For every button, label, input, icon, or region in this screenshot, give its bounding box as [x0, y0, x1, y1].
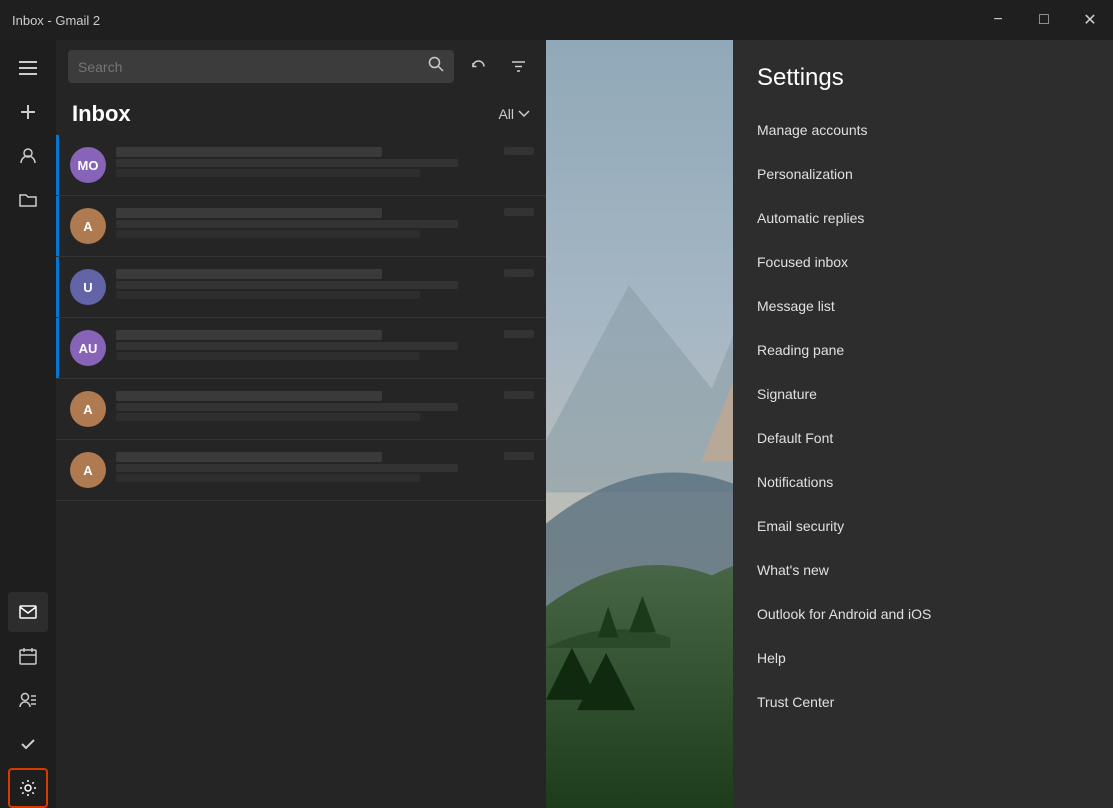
hamburger-menu-icon[interactable] [8, 48, 48, 88]
email-sender [116, 330, 382, 340]
email-sender [116, 208, 382, 218]
calendar-icon[interactable] [8, 636, 48, 676]
search-bar [56, 40, 546, 93]
settings-title: Settings [733, 40, 1113, 108]
email-time [504, 269, 534, 277]
email-subject [116, 281, 458, 289]
email-meta [504, 269, 534, 277]
filter-label: All [498, 106, 514, 122]
search-input-wrapper[interactable] [68, 50, 454, 83]
email-subject [116, 220, 458, 228]
title-bar-controls: − □ ✕ [975, 0, 1113, 40]
email-list-item[interactable]: A [56, 196, 546, 257]
email-sender [116, 452, 382, 462]
inbox-filter[interactable]: All [498, 106, 530, 122]
compose-icon[interactable] [8, 92, 48, 132]
email-content [116, 269, 496, 299]
contacts-icon[interactable] [8, 680, 48, 720]
email-meta [504, 147, 534, 155]
nav-sidebar [0, 40, 56, 808]
settings-item-personalization[interactable]: Personalization [733, 152, 1113, 196]
settings-item-default-font[interactable]: Default Font [733, 416, 1113, 460]
email-time [504, 391, 534, 399]
email-meta [504, 452, 534, 460]
title-bar-left: Inbox - Gmail 2 [0, 13, 100, 28]
email-subject [116, 159, 458, 167]
settings-item-email-security[interactable]: Email security [733, 504, 1113, 548]
settings-item-message-list[interactable]: Message list [733, 284, 1113, 328]
settings-item-signature[interactable]: Signature [733, 372, 1113, 416]
settings-item-notifications[interactable]: Notifications [733, 460, 1113, 504]
email-preview [116, 230, 420, 238]
filter-button[interactable] [502, 51, 534, 83]
settings-item-whats-new[interactable]: What's new [733, 548, 1113, 592]
email-content [116, 147, 496, 177]
folder-icon[interactable] [8, 180, 48, 220]
settings-icon[interactable] [8, 768, 48, 808]
settings-item-trust-center[interactable]: Trust Center [733, 680, 1113, 724]
avatar: A [70, 208, 106, 244]
email-list: MO A U [56, 135, 546, 808]
email-preview [116, 169, 420, 177]
close-button[interactable]: ✕ [1067, 0, 1113, 40]
settings-panel: Settings Manage accountsPersonalizationA… [733, 40, 1113, 808]
email-time [504, 330, 534, 338]
email-content [116, 391, 496, 421]
inbox-header: Inbox All [56, 93, 546, 135]
email-meta [504, 330, 534, 338]
email-time [504, 452, 534, 460]
email-subject [116, 403, 458, 411]
settings-item-focused-inbox[interactable]: Focused inbox [733, 240, 1113, 284]
maximize-button[interactable]: □ [1021, 0, 1067, 40]
people-icon[interactable] [8, 136, 48, 176]
avatar: MO [70, 147, 106, 183]
avatar: AU [70, 330, 106, 366]
settings-item-outlook-mobile[interactable]: Outlook for Android and iOS [733, 592, 1113, 636]
email-subject [116, 464, 458, 472]
email-list-item[interactable]: AU [56, 318, 546, 379]
email-sender [116, 269, 382, 279]
minimize-button[interactable]: − [975, 0, 1021, 40]
email-panel: Inbox All MO A [56, 40, 546, 808]
email-meta [504, 208, 534, 216]
email-meta [504, 391, 534, 399]
email-list-item[interactable]: A [56, 379, 546, 440]
settings-items-list: Manage accountsPersonalizationAutomatic … [733, 108, 1113, 724]
email-subject [116, 342, 458, 350]
email-preview [116, 474, 420, 482]
avatar: A [70, 452, 106, 488]
email-sender [116, 147, 382, 157]
email-preview [116, 291, 420, 299]
search-input[interactable] [78, 59, 428, 75]
email-time [504, 147, 534, 155]
email-list-item[interactable]: MO [56, 135, 546, 196]
refresh-button[interactable] [462, 51, 494, 83]
tasks-icon[interactable] [8, 724, 48, 764]
email-preview [116, 413, 420, 421]
email-content [116, 452, 496, 482]
email-list-item[interactable]: U [56, 257, 546, 318]
avatar: A [70, 391, 106, 427]
inbox-title: Inbox [72, 101, 131, 127]
search-button[interactable] [428, 56, 444, 77]
settings-item-manage-accounts[interactable]: Manage accounts [733, 108, 1113, 152]
settings-item-help[interactable]: Help [733, 636, 1113, 680]
title-bar: Inbox - Gmail 2 − □ ✕ [0, 0, 1113, 40]
email-content [116, 330, 496, 360]
mail-icon[interactable] [8, 592, 48, 632]
email-content [116, 208, 496, 238]
avatar: U [70, 269, 106, 305]
email-list-item[interactable]: A [56, 440, 546, 501]
window-title: Inbox - Gmail 2 [12, 13, 100, 28]
settings-item-reading-pane[interactable]: Reading pane [733, 328, 1113, 372]
email-sender [116, 391, 382, 401]
email-preview [116, 352, 420, 360]
email-time [504, 208, 534, 216]
settings-item-automatic-replies[interactable]: Automatic replies [733, 196, 1113, 240]
